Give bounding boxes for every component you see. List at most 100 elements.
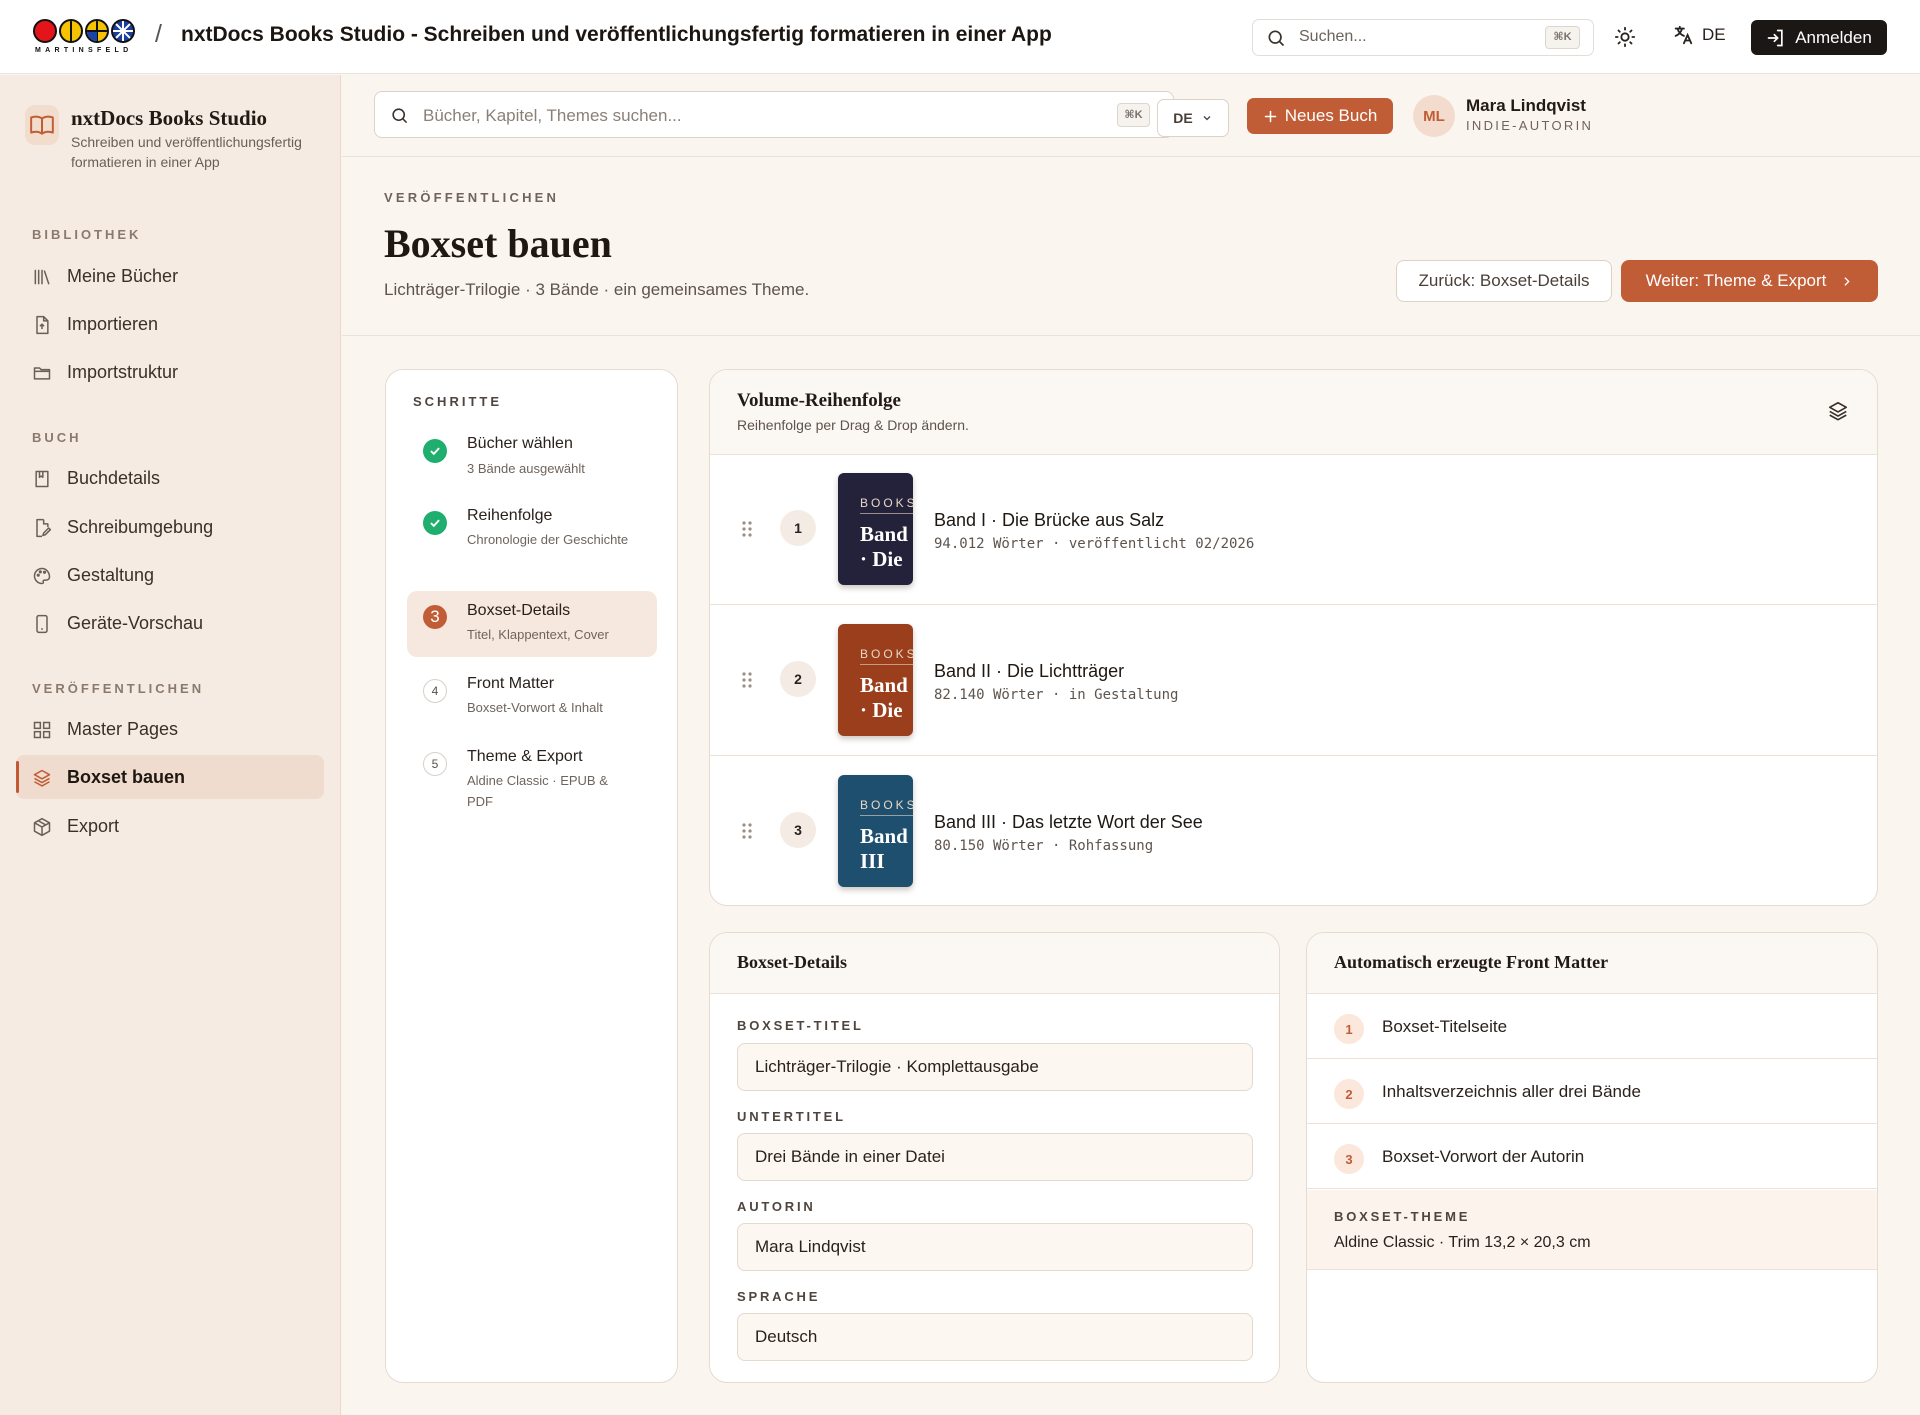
plus-icon xyxy=(1263,109,1278,124)
step-reihenfolge[interactable]: Reihenfolge Chronologie der Geschichte xyxy=(407,497,657,581)
boxset-details-header: Boxset-Details xyxy=(710,933,1279,994)
language-switch[interactable]: DE xyxy=(1672,24,1726,46)
martinsfeld-logo[interactable]: MARTINSFELD xyxy=(33,19,139,55)
item-number: 3 xyxy=(1334,1144,1364,1174)
sidebar-item-export[interactable]: Export xyxy=(16,804,324,848)
avatar[interactable]: ML xyxy=(1413,95,1455,137)
palette-icon xyxy=(32,566,52,586)
login-label: Anmelden xyxy=(1795,27,1872,47)
language-select[interactable]: DE xyxy=(1157,99,1229,137)
breadcrumb-separator: / xyxy=(155,20,162,48)
logo-wordmark: MARTINSFELD xyxy=(35,47,133,54)
content-search-input[interactable]: Bücher, Kapitel, Themes suchen... ⌘K xyxy=(374,91,1174,138)
search-icon xyxy=(390,106,409,125)
cover-brand: BOOKS xyxy=(860,496,913,510)
volume-row[interactable]: 3 BOOKS Band III Band III · Das letzte W… xyxy=(710,757,1877,905)
sidebar-item-label: Gestaltung xyxy=(67,565,155,585)
sidebar-item-importstruktur[interactable]: Importstruktur xyxy=(16,350,324,394)
sidebar-item-buchdetails[interactable]: Buchdetails xyxy=(16,456,324,500)
shortcut-badge: ⌘K xyxy=(1117,103,1150,127)
sidebar-item-boxset-bauen[interactable]: Boxset bauen xyxy=(16,755,324,799)
author-field[interactable]: Mara Lindqvist xyxy=(737,1223,1253,1271)
field-label: SPRACHE xyxy=(737,1289,821,1304)
boxset-details-panel: Boxset-Details BOXSET-TITEL Lichträger-T… xyxy=(709,932,1280,1383)
steps-label: SCHRITTE xyxy=(413,394,502,409)
drag-handle-icon[interactable] xyxy=(741,822,753,840)
item-number: 1 xyxy=(1334,1014,1364,1044)
sidebar-item-importieren[interactable]: Importieren xyxy=(16,302,324,346)
theme-toggle-button[interactable] xyxy=(1614,26,1636,48)
sidebar-item-schreibumgebung[interactable]: Schreibumgebung xyxy=(16,505,324,549)
page-title: Boxset bauen xyxy=(384,221,612,266)
file-edit-icon xyxy=(32,518,52,538)
step-number: 3 xyxy=(423,605,447,629)
volume-position: 3 xyxy=(780,812,816,848)
step-boxset-details[interactable]: 3 Boxset-Details Titel, Klappentext, Cov… xyxy=(407,591,657,657)
volume-title: Band II · Die Lichtträger xyxy=(934,661,1125,681)
step-subtitle: Boxset-Vorwort & Inhalt xyxy=(467,700,603,715)
content-search-placeholder: Bücher, Kapitel, Themes suchen... xyxy=(423,106,682,125)
library-icon xyxy=(32,267,52,287)
brand-name: nxtDocs Books Studio xyxy=(71,106,268,130)
cover-brand: BOOKS xyxy=(860,798,913,812)
next-button[interactable]: Weiter: Theme & Export xyxy=(1621,260,1878,302)
new-book-button[interactable]: Neues Buch xyxy=(1247,98,1393,134)
logo-mark xyxy=(33,19,135,43)
sidebar-item-label: Importstruktur xyxy=(67,362,179,382)
book-cover: BOOKS Band II · Die xyxy=(838,624,913,736)
page-subtitle: Lichträger-Trilogie · 3 Bände · ein geme… xyxy=(384,280,810,299)
login-button[interactable]: Anmelden xyxy=(1751,20,1887,55)
section-label-veroeffentlichen: VERÖFFENTLICHEN xyxy=(32,681,205,696)
step-front-matter[interactable]: 4 Front Matter Boxset-Vorwort & Inhalt xyxy=(407,665,657,727)
list-item: 2 Inhaltsverzeichnis aller drei Bände xyxy=(1307,1059,1877,1124)
check-icon xyxy=(423,511,447,535)
step-title: Boxset-Details xyxy=(467,602,571,619)
cover-title: Band II · Die xyxy=(860,673,913,722)
step-theme-export[interactable]: 5 Theme & Export Aldine Classic · EPUB &… xyxy=(407,738,657,822)
device-icon xyxy=(32,614,52,634)
cover-title: Band III xyxy=(860,824,908,873)
folder-icon xyxy=(32,363,52,383)
book-cover: BOOKS Band III xyxy=(838,775,913,887)
item-label: Boxset-Vorwort der Autorin xyxy=(1382,1147,1585,1166)
step-subtitle: Titel, Klappentext, Cover xyxy=(467,627,609,642)
book-open-icon xyxy=(25,105,59,145)
sidebar-item-master-pages[interactable]: Master Pages xyxy=(16,707,324,751)
logo-dot-yellow xyxy=(59,19,83,43)
subtitle-field[interactable]: Drei Bände in einer Datei xyxy=(737,1133,1253,1181)
sidebar-item-label: Boxset bauen xyxy=(67,767,186,787)
boxset-details-title: Boxset-Details xyxy=(737,952,847,972)
sidebar-item-label: Meine Bücher xyxy=(67,266,179,286)
sidebar-item-label: Schreibumgebung xyxy=(67,517,214,537)
user-role: INDIE-AUTORIN xyxy=(1466,118,1594,133)
volume-order-header: Volume-Reihenfolge Reihenfolge per Drag … xyxy=(710,370,1877,455)
sidebar-item-geraete-vorschau[interactable]: Geräte-Vorschau xyxy=(16,601,324,645)
cover-divider xyxy=(860,815,913,816)
volume-meta: 94.012 Wörter · veröffentlicht 02/2026 xyxy=(934,536,1255,552)
volume-meta: 82.140 Wörter · in Gestaltung xyxy=(934,687,1179,703)
section-label-bibliothek: BIBLIOTHEK xyxy=(32,227,142,242)
language-select-value: DE xyxy=(1173,110,1193,126)
steps-panel: SCHRITTE Bücher wählen 3 Bände ausgewähl… xyxy=(385,369,678,1383)
language-field[interactable]: Deutsch xyxy=(737,1313,1253,1361)
step-title: Theme & Export xyxy=(467,748,583,765)
back-button[interactable]: Zurück: Boxset-Details xyxy=(1396,260,1612,302)
cover-divider xyxy=(860,664,913,665)
volume-row[interactable]: 1 BOOKS Band I · Die Band I · Die Brücke… xyxy=(710,455,1877,605)
global-search[interactable]: Suchen... ⌘K xyxy=(1252,19,1594,56)
volume-row[interactable]: 2 BOOKS Band II · Die Band II · Die Lich… xyxy=(710,606,1877,756)
drag-handle-icon[interactable] xyxy=(741,671,753,689)
drag-handle-icon[interactable] xyxy=(741,520,753,538)
sidebar-item-meine-buecher[interactable]: Meine Bücher xyxy=(16,254,324,298)
chevron-right-icon xyxy=(1840,275,1853,288)
boxset-title-field[interactable]: Lichträger-Trilogie · Komplettausgabe xyxy=(737,1043,1253,1091)
app-title: nxtDocs Books Studio - Schreiben und ver… xyxy=(181,23,1052,46)
next-button-label: Weiter: Theme & Export xyxy=(1645,271,1827,290)
volume-position: 1 xyxy=(780,510,816,546)
step-buecher-waehlen[interactable]: Bücher wählen 3 Bände ausgewählt xyxy=(407,425,657,485)
boxset-theme-info: BOXSET-THEME Aldine Classic · Trim 13,2 … xyxy=(1307,1190,1877,1270)
list-item: 1 Boxset-Titelseite xyxy=(1307,994,1877,1059)
sidebar-item-gestaltung[interactable]: Gestaltung xyxy=(16,553,324,597)
layers-icon xyxy=(1827,400,1849,422)
step-number: 4 xyxy=(423,679,447,703)
